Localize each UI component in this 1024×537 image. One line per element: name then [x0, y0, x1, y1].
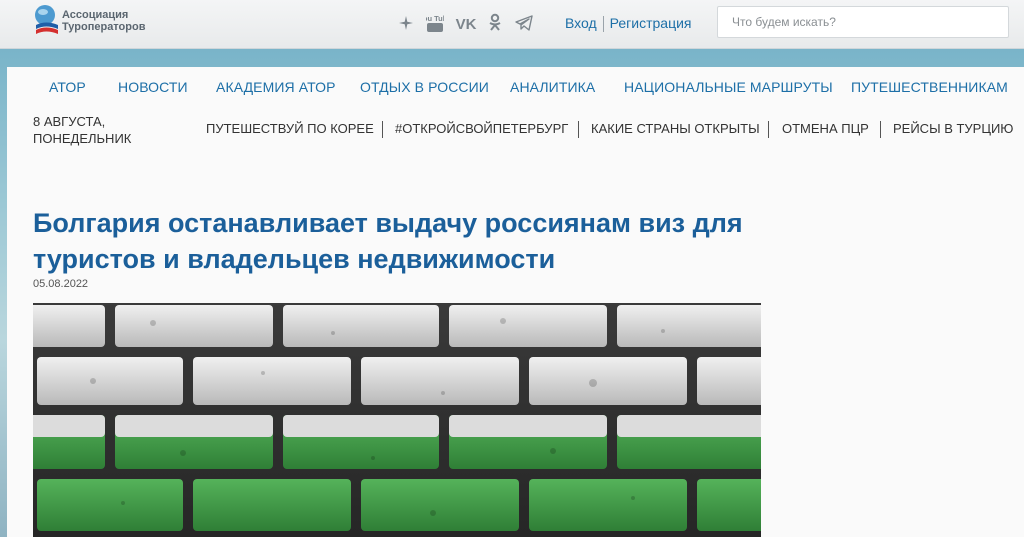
youtube-icon-top-text: You Tube: [426, 14, 444, 23]
tag-separator: [382, 121, 383, 138]
telegram-icon[interactable]: [514, 13, 534, 33]
youtube-icon[interactable]: You Tube: [426, 13, 444, 33]
tag-turkey-flights[interactable]: РЕЙСЫ В ТУРЦИЮ: [893, 121, 1013, 136]
current-date: 8 АВГУСТА, ПОНЕДЕЛЬНИК: [33, 113, 131, 147]
content-panel: АТОР НОВОСТИ АКАДЕМИЯ АТОР ОТДЫХ В РОССИ…: [7, 67, 1024, 537]
odnoklassniki-icon[interactable]: [488, 13, 502, 33]
date-line-1: 8 АВГУСТА,: [33, 114, 106, 129]
vk-icon-text: VK: [456, 16, 477, 33]
tag-separator: [880, 121, 881, 138]
tag-petersburg[interactable]: #ОТКРОЙСВОЙПЕТЕРБУРГ: [395, 121, 568, 136]
tag-open-countries[interactable]: КАКИЕ СТРАНЫ ОТКРЫТЫ: [591, 121, 760, 136]
nav-item-analytics[interactable]: АНАЛИТИКА: [510, 79, 595, 95]
nav-item-russia[interactable]: ОТДЫХ В РОССИИ: [360, 79, 489, 95]
logo-text: Ассоциация Туроператоров: [62, 9, 145, 33]
tag-pcr[interactable]: ОТМЕНА ПЦР: [782, 121, 869, 136]
search-input[interactable]: [717, 6, 1009, 38]
main-nav: АТОР НОВОСТИ АКАДЕМИЯ АТОР ОТДЫХ В РОССИ…: [7, 67, 1024, 107]
auth-separator: [602, 16, 604, 33]
article-date: 05.08.2022: [33, 278, 89, 290]
register-link[interactable]: Регистрация: [610, 15, 692, 31]
globe-logo-icon: [35, 5, 58, 34]
article-hero-image: [33, 303, 761, 537]
nav-item-academy[interactable]: АКАДЕМИЯ АТОР: [216, 79, 336, 95]
nav-item-routes[interactable]: НАЦИОНАЛЬНЫЕ МАРШРУТЫ: [624, 79, 833, 95]
auth-links: Вход Регистрация: [565, 15, 692, 33]
tag-separator: [768, 121, 769, 138]
vk-icon[interactable]: VK: [454, 13, 478, 33]
nav-item-news[interactable]: НОВОСТИ: [118, 79, 188, 95]
login-link[interactable]: Вход: [565, 15, 597, 31]
site-header: Ассоциация Туроператоров You Tube VK Вхо…: [0, 0, 1024, 49]
logo-line-1: Ассоциация: [62, 9, 129, 21]
tag-separator: [578, 121, 579, 138]
nav-item-ator[interactable]: АТОР: [49, 79, 86, 95]
brick-wall-flag-image: [33, 303, 761, 537]
star-icon[interactable]: [398, 13, 414, 33]
date-line-2: ПОНЕДЕЛЬНИК: [33, 131, 132, 146]
site-logo[interactable]: Ассоциация Туроператоров: [34, 3, 174, 43]
logo-line-2: Туроператоров: [62, 21, 146, 33]
nav-item-travelers[interactable]: ПУТЕШЕСТВЕННИКАМ: [851, 79, 1008, 95]
tag-korea[interactable]: ПУТЕШЕСТВУЙ ПО КОРЕЕ: [206, 121, 374, 136]
article-title: Болгария останавливает выдачу россиянам …: [33, 208, 743, 274]
